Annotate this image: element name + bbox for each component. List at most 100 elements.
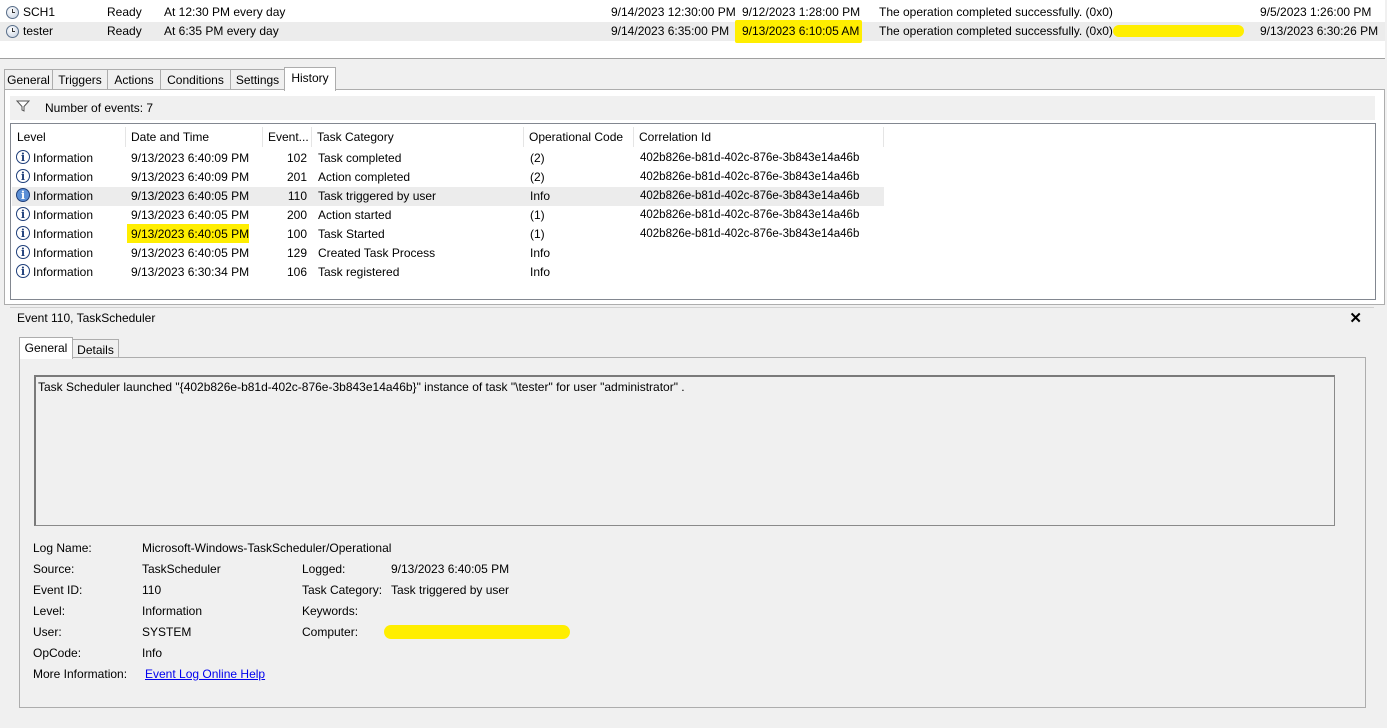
label-more-info: More Information: <box>33 667 128 681</box>
value-logged: 9/13/2023 6:40:05 PM <box>391 562 510 576</box>
cell-task-category: Task triggered by user <box>318 189 437 203</box>
tab-conditions[interactable]: Conditions <box>160 69 231 90</box>
tab-triggers[interactable]: Triggers <box>52 69 108 90</box>
cell-task-category: Task completed <box>318 151 402 165</box>
table-row[interactable]: i Information 9/13/2023 6:40:05 PM 110 Task … <box>12 187 884 206</box>
tab-general[interactable]: General <box>4 69 53 90</box>
task-trigger: At 12:30 PM every day <box>164 5 286 19</box>
history-toolbar: Number of events: 7 <box>10 96 1375 120</box>
task-last-result: The operation completed successfully. (0… <box>879 5 1113 19</box>
task-last-run: 9/13/2023 6:10:05 AM <box>742 24 860 38</box>
cell-level: Information <box>33 170 94 184</box>
cell-level: Information <box>33 227 94 241</box>
table-row[interactable]: i Information 9/13/2023 6:40:05 PM 200 Actio… <box>12 206 884 225</box>
task-trigger: At 6:35 PM every day <box>164 24 279 38</box>
cell-correlation: 402b826e-b81d-402c-876e-3b843e14a46b <box>640 152 860 164</box>
cell-correlation: 402b826e-b81d-402c-876e-3b843e14a46b <box>640 228 860 240</box>
label-computer: Computer: <box>302 625 359 639</box>
table-row[interactable]: i Information 9/13/2023 6:40:09 PM 201 Actio… <box>12 168 884 187</box>
task-last-run: 9/12/2023 1:28:00 PM <box>742 5 861 19</box>
table-row[interactable]: i Information 9/13/2023 6:40:05 PM 129 Creat… <box>12 244 884 263</box>
tab-actions[interactable]: Actions <box>107 69 161 90</box>
task-last-result: The operation completed successfully. (0… <box>879 24 1113 38</box>
cell-datetime: 9/13/2023 6:40:09 PM <box>131 151 250 165</box>
column-header-datetime[interactable]: Date and Time <box>126 127 263 147</box>
info-icon: i <box>16 150 30 164</box>
task-status: Ready <box>107 24 142 38</box>
detail-tab-general[interactable]: General <box>19 337 73 359</box>
value-event-id: 110 <box>142 583 162 597</box>
cell-opcode: Info <box>530 189 551 203</box>
clock-icon <box>6 25 19 38</box>
cell-opcode: (2) <box>530 170 545 184</box>
task-row-sch1[interactable]: SCH1 Ready At 12:30 PM every day 9/14/20… <box>0 3 1385 22</box>
cell-datetime: 9/13/2023 6:40:05 PM <box>131 189 250 203</box>
cell-event-id: 129 <box>286 246 307 260</box>
tab-history[interactable]: History <box>284 67 336 91</box>
table-row[interactable]: i Information 9/13/2023 6:30:34 PM 106 Task … <box>12 263 884 282</box>
cell-opcode: Info <box>530 265 551 279</box>
cell-datetime: 9/13/2023 6:40:05 PM <box>131 208 250 222</box>
clock-icon <box>6 6 19 19</box>
filter-icon[interactable] <box>16 99 30 113</box>
info-icon: i <box>16 245 30 259</box>
value-level: Information <box>142 604 203 618</box>
label-logged: Logged: <box>302 562 346 576</box>
cell-datetime: 9/13/2023 6:30:34 PM <box>131 265 250 279</box>
task-name: SCH1 <box>23 5 56 19</box>
cell-datetime: 9/13/2023 6:40:05 PM <box>131 227 250 241</box>
cell-correlation: 402b826e-b81d-402c-876e-3b843e14a46b <box>640 209 860 221</box>
column-header-opcode[interactable]: Operational Code <box>524 127 634 147</box>
cell-task-category: Action completed <box>318 170 411 184</box>
cell-event-id: 100 <box>286 227 307 241</box>
column-header-task-category[interactable]: Task Category <box>312 127 524 147</box>
cell-task-category: Created Task Process <box>318 246 436 260</box>
info-icon: i <box>16 264 30 278</box>
table-row[interactable]: i Information 9/13/2023 6:40:09 PM 102 Task … <box>12 149 884 168</box>
value-user: SYSTEM <box>142 625 192 639</box>
label-opcode: OpCode: <box>33 646 82 660</box>
event-log-help-link[interactable]: Event Log Online Help <box>145 666 265 682</box>
label-keywords: Keywords: <box>302 604 359 618</box>
label-event-id: Event ID: <box>33 583 83 597</box>
redaction-mark <box>384 625 570 639</box>
value-opcode: Info <box>142 646 163 660</box>
redaction-mark <box>1113 25 1244 37</box>
value-task-category: Task triggered by user <box>391 583 510 597</box>
cell-datetime: 9/13/2023 6:40:05 PM <box>131 246 250 260</box>
tab-settings[interactable]: Settings <box>230 69 285 90</box>
event-count: Number of events: 7 <box>45 101 154 115</box>
cell-event-id: 106 <box>286 265 307 279</box>
cell-task-category: Task registered <box>318 265 400 279</box>
label-source: Source: <box>33 562 75 576</box>
column-header-level[interactable]: Level <box>12 127 126 147</box>
cell-opcode: (2) <box>530 151 545 165</box>
cell-level: Information <box>33 151 94 165</box>
info-icon: i <box>16 169 30 183</box>
value-source: TaskScheduler <box>142 562 221 576</box>
cell-event-id: 200 <box>286 208 307 222</box>
label-level: Level: <box>33 604 66 618</box>
task-next-run: 9/14/2023 12:30:00 PM <box>611 5 736 19</box>
table-row[interactable]: i Information 9/13/2023 6:40:05 PM 100 Task … <box>12 224 884 244</box>
description-text: Task Scheduler launched "{402b826e-b81d-… <box>38 380 685 394</box>
cell-event-id: 102 <box>286 151 307 165</box>
cell-opcode: Info <box>530 246 551 260</box>
event-description[interactable]: Task Scheduler launched "{402b826e-b81d-… <box>34 375 1335 526</box>
cell-level: Information <box>33 265 94 279</box>
close-icon[interactable]: ✕ <box>1349 309 1362 327</box>
event-grid[interactable]: Level Date and Time Event... Task Catego… <box>10 123 1376 300</box>
task-created: 9/5/2023 1:26:00 PM <box>1260 5 1372 19</box>
column-header-correlation[interactable]: Correlation Id <box>634 127 884 147</box>
task-row-tester[interactable]: tester Ready At 6:35 PM every day 9/14/2… <box>0 20 1385 43</box>
cell-level: Information <box>33 189 94 203</box>
cell-opcode: (1) <box>530 208 545 222</box>
task-name: tester <box>23 24 54 38</box>
detail-header: Event 110, TaskScheduler ✕ <box>10 307 1374 328</box>
cell-opcode: (1) <box>530 227 545 241</box>
cell-event-id: 110 <box>287 189 307 203</box>
column-header-event-id[interactable]: Event... <box>263 127 312 147</box>
info-icon: i <box>16 226 30 240</box>
cell-level: Information <box>33 208 94 222</box>
task-list[interactable]: SCH1 Ready At 12:30 PM every day 9/14/20… <box>0 0 1385 59</box>
